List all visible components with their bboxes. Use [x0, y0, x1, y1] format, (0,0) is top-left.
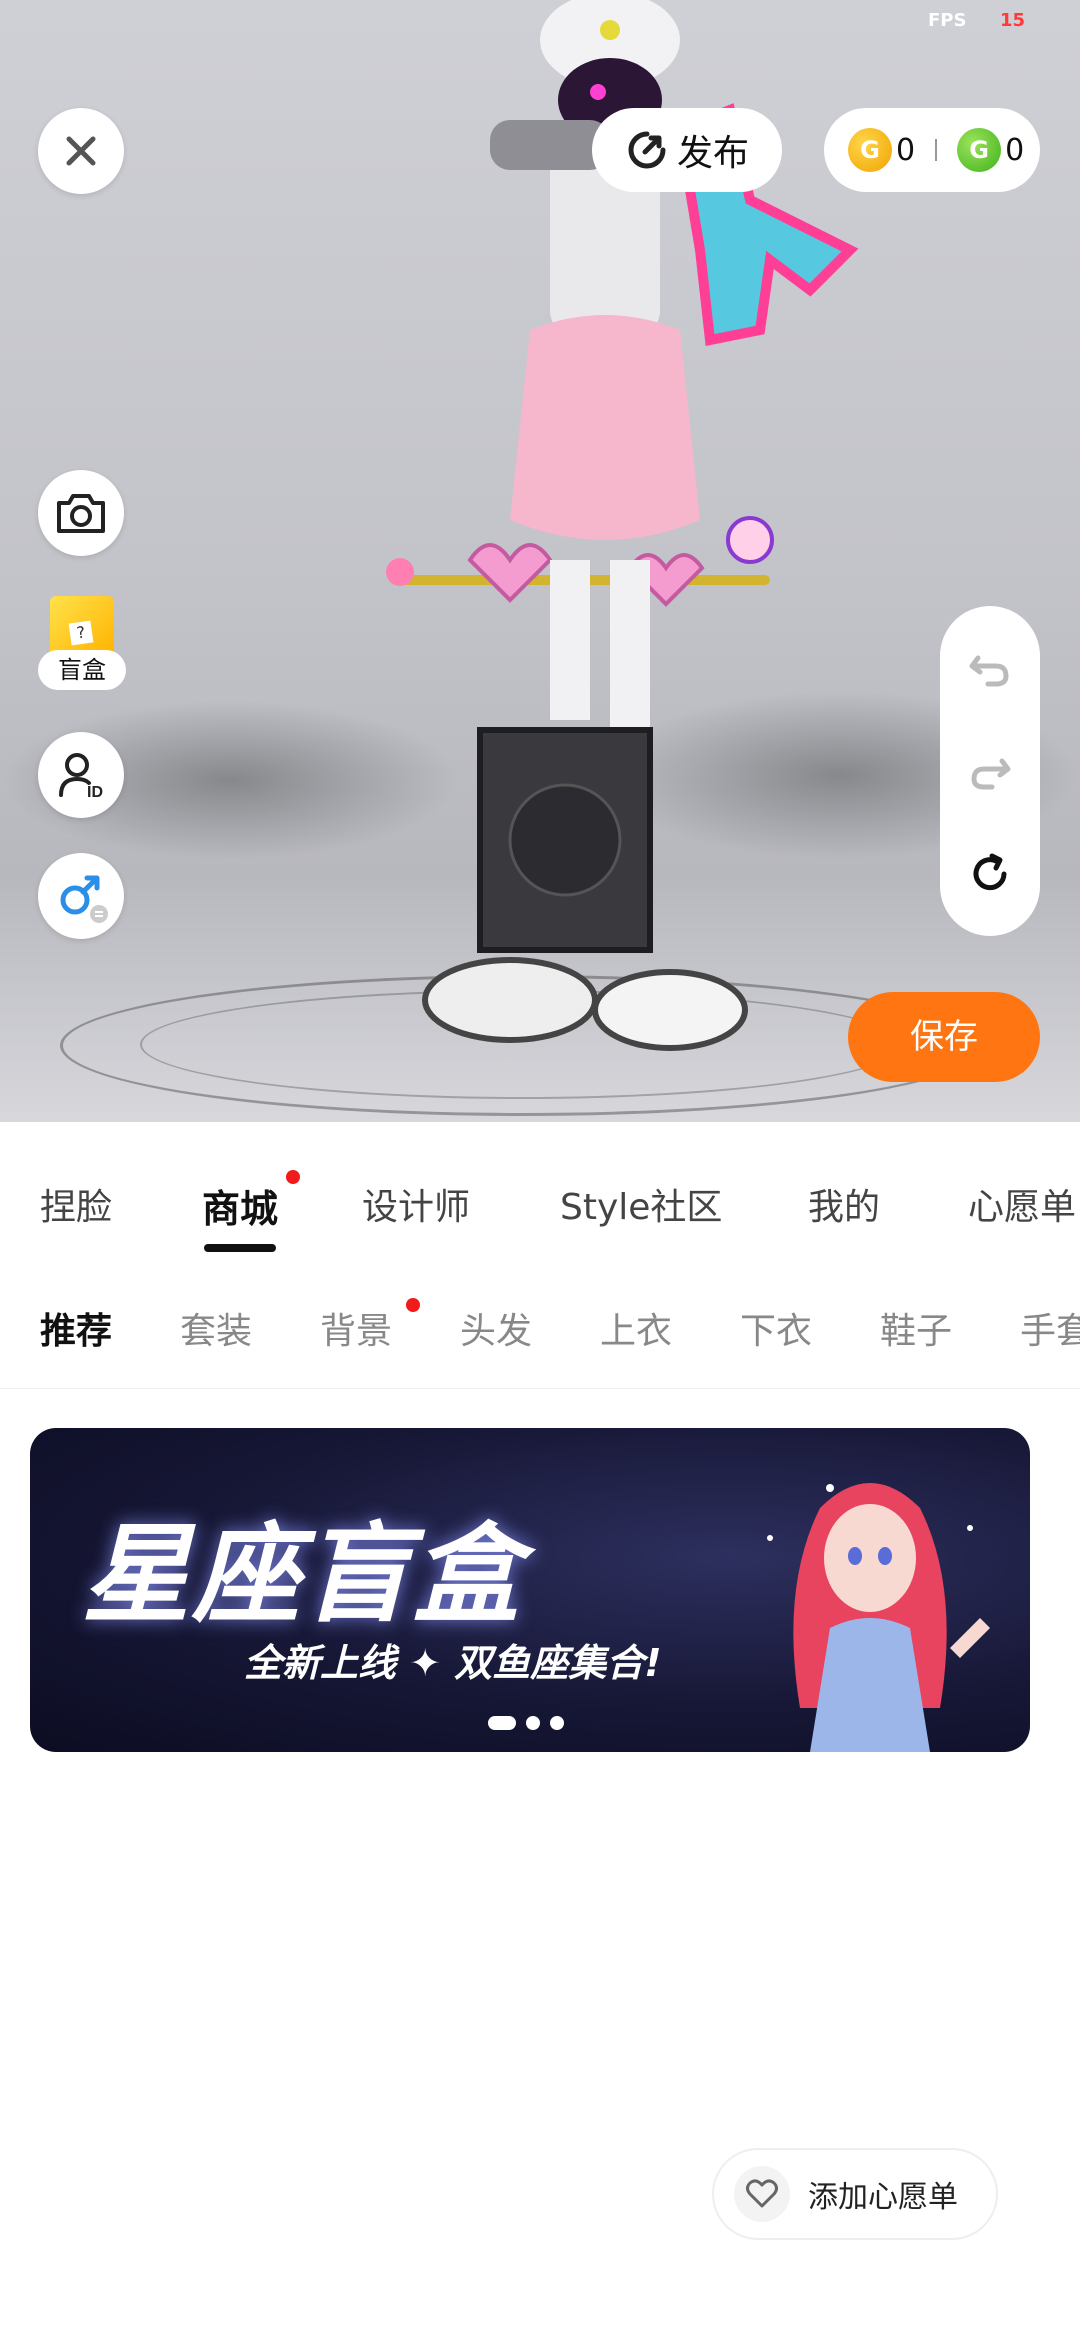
fps-value: 15: [1000, 10, 1026, 31]
gold-coin-count: 0: [896, 132, 916, 168]
add-to-wishlist-button[interactable]: 添加心愿单: [712, 2148, 998, 2240]
tab-designer[interactable]: 设计师: [362, 1178, 470, 1230]
category-top[interactable]: 上衣: [600, 1302, 672, 1354]
green-coin-count: 0: [1005, 132, 1025, 168]
tab-shop[interactable]: 商城: [202, 1178, 278, 1233]
tab-style-community[interactable]: Style社区: [560, 1178, 722, 1230]
category-tab-bar: 推荐 套装 背景 头发 上衣 下衣 鞋子 手套: [0, 1268, 1080, 1389]
fps-label: FPS: [928, 10, 967, 31]
banner-title: 星座盲盒: [82, 1513, 523, 1638]
category-hair[interactable]: 头发: [460, 1302, 532, 1354]
carousel-indicator: [488, 1716, 564, 1730]
promo-banner[interactable]: 星座盲盒 全新上线 ✦ 双鱼座集合!: [30, 1428, 1030, 1752]
category-background[interactable]: 背景: [320, 1302, 392, 1354]
category-outfit-set[interactable]: 套装: [180, 1302, 252, 1354]
tab-wishlist[interactable]: 心愿单: [968, 1178, 1076, 1230]
category-shoes[interactable]: 鞋子: [880, 1302, 952, 1354]
close-icon: [66, 136, 96, 166]
category-recommended[interactable]: 推荐: [40, 1302, 112, 1354]
shop-badge-dot: [286, 1170, 300, 1184]
heart-icon: [746, 2179, 778, 2208]
redo-icon[interactable]: [966, 747, 1014, 795]
publish-label: 发布: [676, 133, 749, 174]
camera-icon: [57, 494, 105, 533]
save-button[interactable]: 保存: [848, 992, 1040, 1082]
undo-icon[interactable]: [966, 644, 1014, 692]
wishlist-label: 添加心愿单: [808, 2180, 958, 2215]
close-button[interactable]: [38, 108, 124, 194]
blindbox-label: 盲盒: [38, 650, 126, 690]
carousel-dot: [526, 1716, 540, 1730]
carousel-dot: [550, 1716, 564, 1730]
tab-mine[interactable]: 我的: [808, 1178, 880, 1230]
gender-switch-button[interactable]: [38, 853, 124, 939]
camera-button[interactable]: [38, 470, 124, 556]
category-gloves[interactable]: 手套: [1020, 1302, 1080, 1354]
green-coin-icon: G: [957, 128, 1002, 172]
avatar-preview[interactable]: FPS 15 发布 G 0 G 0 ? 盲盒 ID 保存: [0, 0, 1080, 1122]
publish-button[interactable]: 发布: [592, 108, 782, 192]
currency-balance[interactable]: G 0 G 0: [824, 108, 1040, 192]
gold-coin-icon: G: [848, 128, 892, 172]
banner-character-art: [767, 1483, 990, 1752]
heart-icon-wrap: [734, 2166, 790, 2222]
banner-subtitle: 全新上线 ✦ 双鱼座集合!: [244, 1641, 662, 1685]
carousel-dot-active: [488, 1716, 516, 1730]
background-badge-dot: [406, 1298, 420, 1312]
blindbox-icon: ?: [50, 596, 114, 656]
svg-text:ID: ID: [87, 784, 103, 801]
tab-face-editor[interactable]: 捏脸: [40, 1178, 112, 1230]
active-tab-indicator: [204, 1244, 276, 1252]
question-mark-icon: ?: [68, 620, 94, 646]
edit-history-panel: [940, 606, 1040, 936]
reset-icon[interactable]: [966, 850, 1014, 898]
user-id-icon: ID: [59, 753, 103, 801]
publish-icon: [628, 131, 666, 169]
category-bottom[interactable]: 下衣: [740, 1302, 812, 1354]
blindbox-button[interactable]: ? 盲盒: [38, 596, 130, 696]
male-symbol-icon: [60, 875, 108, 923]
avatar-id-button[interactable]: ID: [38, 732, 124, 818]
coin-divider: [935, 139, 938, 161]
main-tab-bar: 捏脸 商城 设计师 Style社区 我的 心愿单: [0, 1122, 1080, 1269]
